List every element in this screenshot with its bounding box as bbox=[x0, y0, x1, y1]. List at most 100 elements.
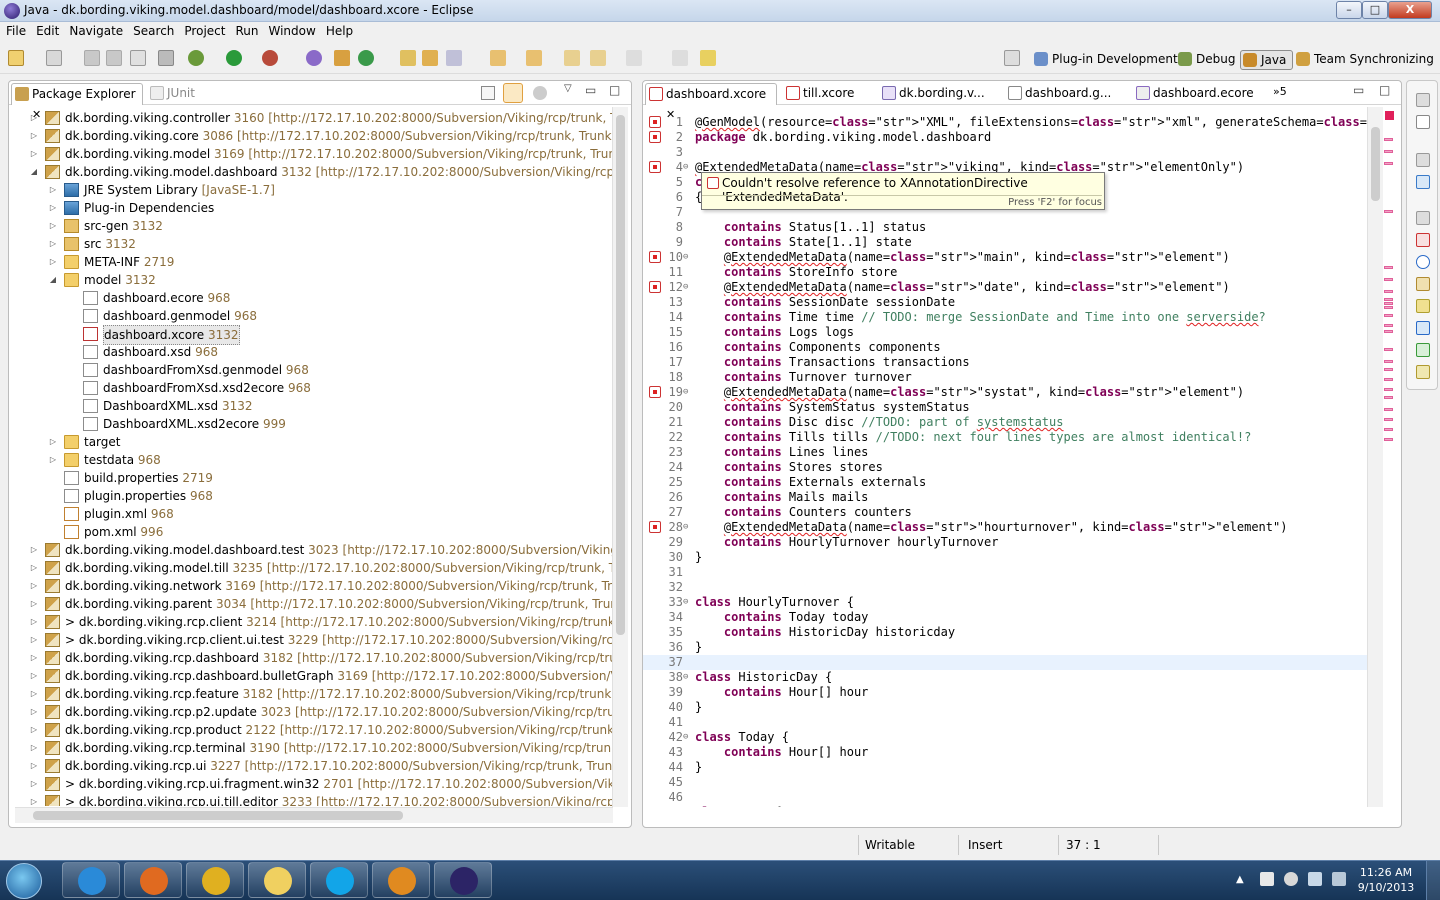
show-hidden-icons[interactable]: ▲ bbox=[1236, 874, 1244, 885]
editor-vertical-scrollbar[interactable] bbox=[1367, 107, 1383, 807]
code-line[interactable]: 8 contains Status[1..1] status bbox=[643, 220, 1367, 235]
network-icon[interactable] bbox=[1308, 872, 1322, 886]
tree-item[interactable]: plugin.xml 968 bbox=[19, 505, 617, 523]
overview-mark[interactable] bbox=[1384, 378, 1393, 381]
minimize-view-icon[interactable]: ▭ bbox=[585, 83, 596, 97]
code-line[interactable]: 23 contains Lines lines bbox=[643, 445, 1367, 460]
code-line[interactable]: 38 ⊖ class HistoricDay { bbox=[643, 670, 1367, 685]
code-line[interactable]: 44} bbox=[643, 760, 1367, 775]
code-line[interactable]: 18 contains Turnover turnover bbox=[643, 370, 1367, 385]
fold-toggle-icon[interactable]: ⊖ bbox=[683, 160, 688, 175]
collapsed-arrow-icon[interactable]: ▷ bbox=[29, 595, 39, 613]
tab-dashboard-xcore[interactable]: dashboard.xcore ✕ bbox=[645, 83, 777, 121]
menu-navigate[interactable]: Navigate bbox=[63, 22, 127, 38]
tree-item[interactable]: ▷ dk.bording.viking.network 3169 [http://… bbox=[19, 577, 617, 595]
problems-icon[interactable] bbox=[1416, 233, 1430, 247]
menu-window[interactable]: Window bbox=[262, 22, 319, 38]
tree-item[interactable]: ▷ META-INF 2719 bbox=[19, 253, 617, 271]
package-tree-horizontal-scrollbar[interactable] bbox=[15, 807, 613, 823]
fold-toggle-icon[interactable]: ⊖ bbox=[683, 280, 688, 295]
collapsed-arrow-icon[interactable]: ▷ bbox=[48, 199, 58, 217]
overview-mark[interactable] bbox=[1384, 360, 1393, 363]
taskbar-chrome-button[interactable] bbox=[186, 862, 244, 898]
tree-item[interactable]: ▷ testdata 968 bbox=[19, 451, 617, 469]
error-marker-icon[interactable] bbox=[649, 131, 661, 143]
collapsed-arrow-icon[interactable]: ▷ bbox=[29, 649, 39, 667]
code-line[interactable]: 17 contains Transactions transactions bbox=[643, 355, 1367, 370]
code-editor[interactable]: 1 @GenModel(resource=class="str">"XML", f… bbox=[643, 107, 1367, 807]
tab-dashboard-genmodel[interactable]: dashboard.g... bbox=[1005, 83, 1115, 105]
show-desktop-button[interactable] bbox=[1426, 861, 1440, 900]
tree-item[interactable]: ▷ dk.bording.viking.rcp.dashboard 3182 [h… bbox=[19, 649, 617, 667]
globe-icon[interactable] bbox=[306, 50, 322, 66]
collapsed-arrow-icon[interactable]: ▷ bbox=[29, 703, 39, 721]
taskbar-ie-button[interactable] bbox=[62, 862, 120, 898]
fold-toggle-icon[interactable]: ⊖ bbox=[683, 520, 688, 535]
code-line[interactable]: 24 contains Stores stores bbox=[643, 460, 1367, 475]
code-line[interactable]: 11 contains StoreInfo store bbox=[643, 265, 1367, 280]
collapsed-arrow-icon[interactable]: ▷ bbox=[29, 577, 39, 595]
new-class-icon[interactable] bbox=[358, 50, 374, 66]
collapsed-arrow-icon[interactable]: ▷ bbox=[29, 145, 39, 163]
code-line[interactable]: 33 ⊖ class HourlyTurnover { bbox=[643, 595, 1367, 610]
code-line[interactable]: 32 bbox=[643, 580, 1367, 595]
taskbar-skype-button[interactable] bbox=[310, 862, 368, 898]
collapsed-arrow-icon[interactable]: ▷ bbox=[29, 739, 39, 757]
collapsed-arrow-icon[interactable]: ▷ bbox=[48, 181, 58, 199]
task-list-icon[interactable] bbox=[1416, 115, 1430, 129]
fold-toggle-icon[interactable]: ⊖ bbox=[683, 805, 688, 807]
tree-item[interactable]: dashboard.ecore 968 bbox=[19, 289, 617, 307]
tree-item[interactable]: ▷ src 3132 bbox=[19, 235, 617, 253]
code-line[interactable]: 1 @GenModel(resource=class="str">"XML", f… bbox=[643, 115, 1367, 130]
overview-mark[interactable] bbox=[1384, 162, 1393, 165]
system-clock[interactable]: 11:26 AM 9/10/2013 bbox=[1356, 865, 1416, 895]
tab-junit[interactable]: JUnit bbox=[147, 83, 199, 105]
close-button[interactable]: X bbox=[1388, 1, 1432, 19]
tree-item[interactable]: ▷ dk.bording.viking.rcp.terminal 3190 [ht… bbox=[19, 739, 617, 757]
collapsed-arrow-icon[interactable]: ▷ bbox=[29, 721, 39, 739]
brush-icon[interactable] bbox=[700, 50, 716, 66]
tree-item[interactable]: dashboardFromXsd.genmodel 968 bbox=[19, 361, 617, 379]
tree-item[interactable]: ▷ > dk.bording.viking.rcp.ui.fragment.win… bbox=[19, 775, 617, 793]
collapse-all-icon[interactable] bbox=[481, 86, 495, 100]
collapsed-arrow-icon[interactable]: ▷ bbox=[29, 793, 39, 806]
back-icon[interactable] bbox=[590, 50, 606, 66]
overview-mark[interactable] bbox=[1384, 210, 1393, 213]
restore-icon[interactable] bbox=[1416, 93, 1430, 107]
search-icon[interactable] bbox=[446, 50, 462, 66]
tree-item[interactable]: dashboard.genmodel 968 bbox=[19, 307, 617, 325]
collapsed-arrow-icon[interactable]: ▷ bbox=[29, 127, 39, 145]
overview-mark[interactable] bbox=[1384, 438, 1393, 441]
error-marker-icon[interactable] bbox=[649, 116, 661, 128]
code-line[interactable]: 45 bbox=[643, 775, 1367, 790]
overview-mark[interactable] bbox=[1384, 418, 1393, 421]
tree-item[interactable]: dashboard.xsd 968 bbox=[19, 343, 617, 361]
code-line[interactable]: 15 contains Logs logs bbox=[643, 325, 1367, 340]
tree-item[interactable]: ▷ > dk.bording.viking.rcp.client 3214 [ht… bbox=[19, 613, 617, 631]
collapsed-arrow-icon[interactable]: ▷ bbox=[48, 235, 58, 253]
overview-mark[interactable] bbox=[1384, 150, 1393, 153]
overview-mark[interactable] bbox=[1384, 302, 1393, 305]
menu-edit[interactable]: Edit bbox=[30, 22, 63, 38]
tree-item[interactable]: ▷ Plug-in Dependencies bbox=[19, 199, 617, 217]
overview-mark[interactable] bbox=[1384, 348, 1393, 351]
code-line[interactable]: 41 bbox=[643, 715, 1367, 730]
perspective-team-synchronizing[interactable]: Team Synchronizing bbox=[1294, 50, 1434, 70]
open-task-icon[interactable] bbox=[422, 50, 438, 66]
collapsed-arrow-icon[interactable]: ▷ bbox=[48, 451, 58, 469]
menu-file[interactable]: File bbox=[0, 22, 30, 38]
perspective-plugin-development[interactable]: Plug-in Development bbox=[1032, 50, 1178, 70]
overview-mark[interactable] bbox=[1384, 324, 1393, 327]
progress-icon[interactable] bbox=[1416, 343, 1430, 357]
code-line[interactable]: 37 bbox=[643, 655, 1367, 670]
start-button[interactable] bbox=[6, 863, 42, 899]
code-line[interactable]: 25 contains Externals externals bbox=[643, 475, 1367, 490]
outline-icon[interactable] bbox=[1416, 175, 1430, 189]
menu-project[interactable]: Project bbox=[178, 22, 229, 38]
overview-mark[interactable] bbox=[1384, 396, 1393, 399]
save-all-icon[interactable] bbox=[106, 50, 122, 66]
tree-item[interactable]: ▷ dk.bording.viking.core 3086 [http://172… bbox=[19, 127, 617, 145]
minimize-editor-icon[interactable]: ▭ bbox=[1353, 83, 1364, 97]
tree-item[interactable]: ▷ dk.bording.viking.rcp.ui 3227 [http://1… bbox=[19, 757, 617, 775]
code-line[interactable]: 9 contains State[1..1] state bbox=[643, 235, 1367, 250]
